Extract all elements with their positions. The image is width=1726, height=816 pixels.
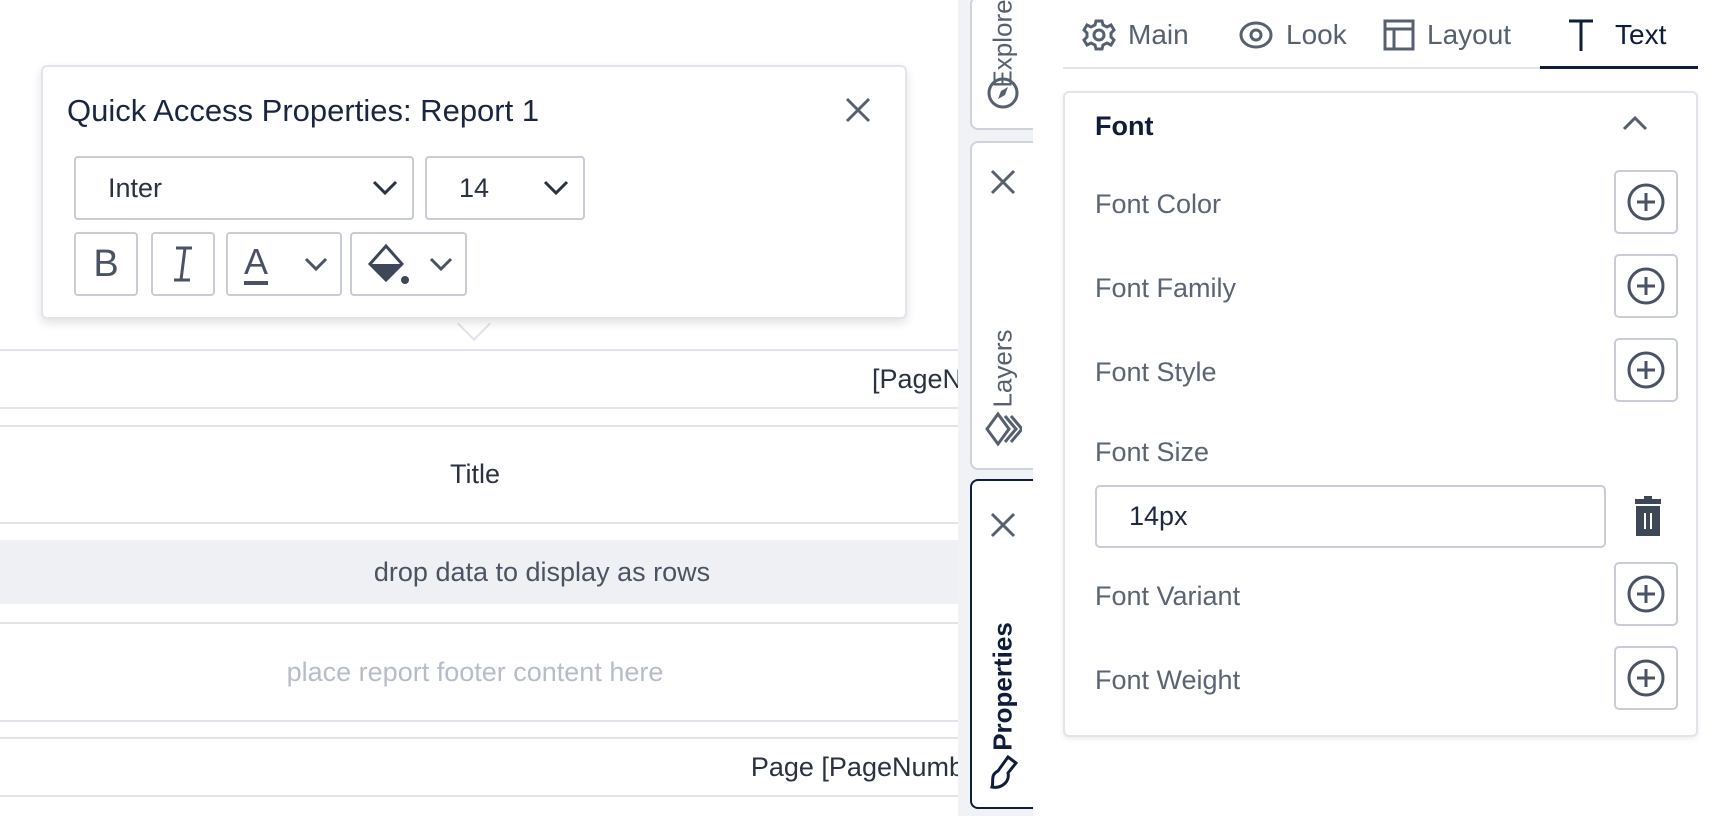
page-header-band[interactable]: [PageN bbox=[0, 349, 958, 409]
plus-circle-icon bbox=[1627, 575, 1665, 613]
text-icon bbox=[1569, 19, 1593, 51]
gear-icon bbox=[1082, 19, 1116, 51]
page-footer-band[interactable]: Page [PageNumb bbox=[0, 737, 958, 797]
font-family-select[interactable]: Inter bbox=[74, 156, 414, 220]
italic-button[interactable] bbox=[151, 232, 215, 296]
font-color-label: Font Color bbox=[1095, 189, 1222, 219]
paint-bucket-icon bbox=[367, 243, 409, 284]
chevron-up-icon[interactable] bbox=[1622, 115, 1648, 131]
title-band[interactable]: Title bbox=[0, 425, 958, 524]
trash-icon[interactable] bbox=[1631, 496, 1665, 538]
plus-circle-icon bbox=[1627, 183, 1665, 221]
report-footer-band[interactable]: place report footer content here bbox=[0, 622, 958, 722]
add-font-style-button[interactable] bbox=[1614, 338, 1678, 402]
close-icon[interactable] bbox=[989, 168, 1017, 196]
close-icon[interactable] bbox=[843, 95, 873, 130]
font-style-label: Font Style bbox=[1095, 357, 1217, 387]
font-size-label: Font Size bbox=[1095, 437, 1210, 467]
tab-text[interactable]: Text bbox=[1567, 14, 1666, 56]
add-font-family-button[interactable] bbox=[1614, 254, 1678, 318]
add-font-weight-button[interactable] bbox=[1614, 646, 1678, 710]
chevron-down-icon bbox=[543, 180, 569, 196]
chevron-down-icon bbox=[304, 257, 328, 271]
close-icon[interactable] bbox=[989, 511, 1017, 539]
font-family-value: Inter bbox=[108, 172, 163, 203]
eye-icon bbox=[1239, 21, 1273, 49]
layers-tab[interactable]: Layers bbox=[970, 141, 1033, 470]
explore-label: Explore bbox=[987, 0, 1017, 88]
fill-color-button[interactable] bbox=[350, 232, 467, 296]
quick-access-popup: Quick Access Properties: Report 1 Inter … bbox=[41, 65, 907, 319]
font-color-button[interactable]: A bbox=[226, 232, 342, 296]
chevron-down-icon bbox=[429, 257, 453, 271]
bold-button[interactable]: B bbox=[74, 232, 138, 296]
layers-icon bbox=[985, 411, 1022, 447]
tab-look-label: Look bbox=[1286, 19, 1347, 50]
popup-title: Quick Access Properties: Report 1 bbox=[67, 93, 540, 128]
plus-circle-icon bbox=[1627, 351, 1665, 389]
page-footer-text: Page [PageNumb bbox=[750, 751, 958, 782]
page-header-text: [PageN bbox=[871, 363, 958, 394]
layout-icon bbox=[1383, 19, 1415, 51]
chevron-down-icon bbox=[372, 180, 398, 196]
bold-icon: B bbox=[93, 242, 119, 285]
compass-icon bbox=[987, 77, 1019, 109]
tab-main-label: Main bbox=[1128, 19, 1189, 50]
font-section: Font Font Color Font Family Font Style F… bbox=[1063, 91, 1698, 737]
tab-layout[interactable]: Layout bbox=[1383, 14, 1511, 56]
font-weight-label: Font Weight bbox=[1095, 665, 1241, 695]
plus-circle-icon bbox=[1627, 659, 1665, 697]
tab-layout-label: Layout bbox=[1427, 19, 1512, 50]
properties-label: Properties bbox=[987, 622, 1017, 751]
font-size-input[interactable] bbox=[1095, 485, 1606, 548]
footer-placeholder: place report footer content here bbox=[286, 656, 664, 687]
rows-placeholder: drop data to display as rows bbox=[373, 556, 711, 587]
layers-label: Layers bbox=[987, 329, 1017, 408]
rows-band[interactable]: drop data to display as rows bbox=[0, 540, 958, 604]
add-font-color-button[interactable] bbox=[1614, 170, 1678, 234]
tab-main[interactable]: Main bbox=[1082, 14, 1189, 56]
tab-text-label: Text bbox=[1615, 19, 1667, 50]
report-canvas: [PageN Title drop data to display as row… bbox=[0, 0, 958, 816]
section-title: Font bbox=[1095, 111, 1154, 141]
tab-look[interactable]: Look bbox=[1238, 14, 1347, 56]
font-size-value: 14 bbox=[459, 172, 490, 203]
add-font-variant-button[interactable] bbox=[1614, 562, 1678, 626]
font-color-icon: A bbox=[244, 243, 269, 285]
brush-icon bbox=[990, 754, 1019, 789]
font-size-select[interactable]: 14 bbox=[425, 156, 585, 220]
plus-circle-icon bbox=[1627, 267, 1665, 305]
explore-tab[interactable]: Explore bbox=[970, 0, 1033, 130]
active-tab-indicator bbox=[1540, 66, 1698, 69]
title-text: Title bbox=[449, 459, 500, 489]
italic-icon bbox=[174, 246, 192, 282]
font-variant-label: Font Variant bbox=[1095, 581, 1241, 611]
properties-tab[interactable]: Properties bbox=[970, 479, 1033, 809]
font-family-label: Font Family bbox=[1095, 273, 1237, 303]
